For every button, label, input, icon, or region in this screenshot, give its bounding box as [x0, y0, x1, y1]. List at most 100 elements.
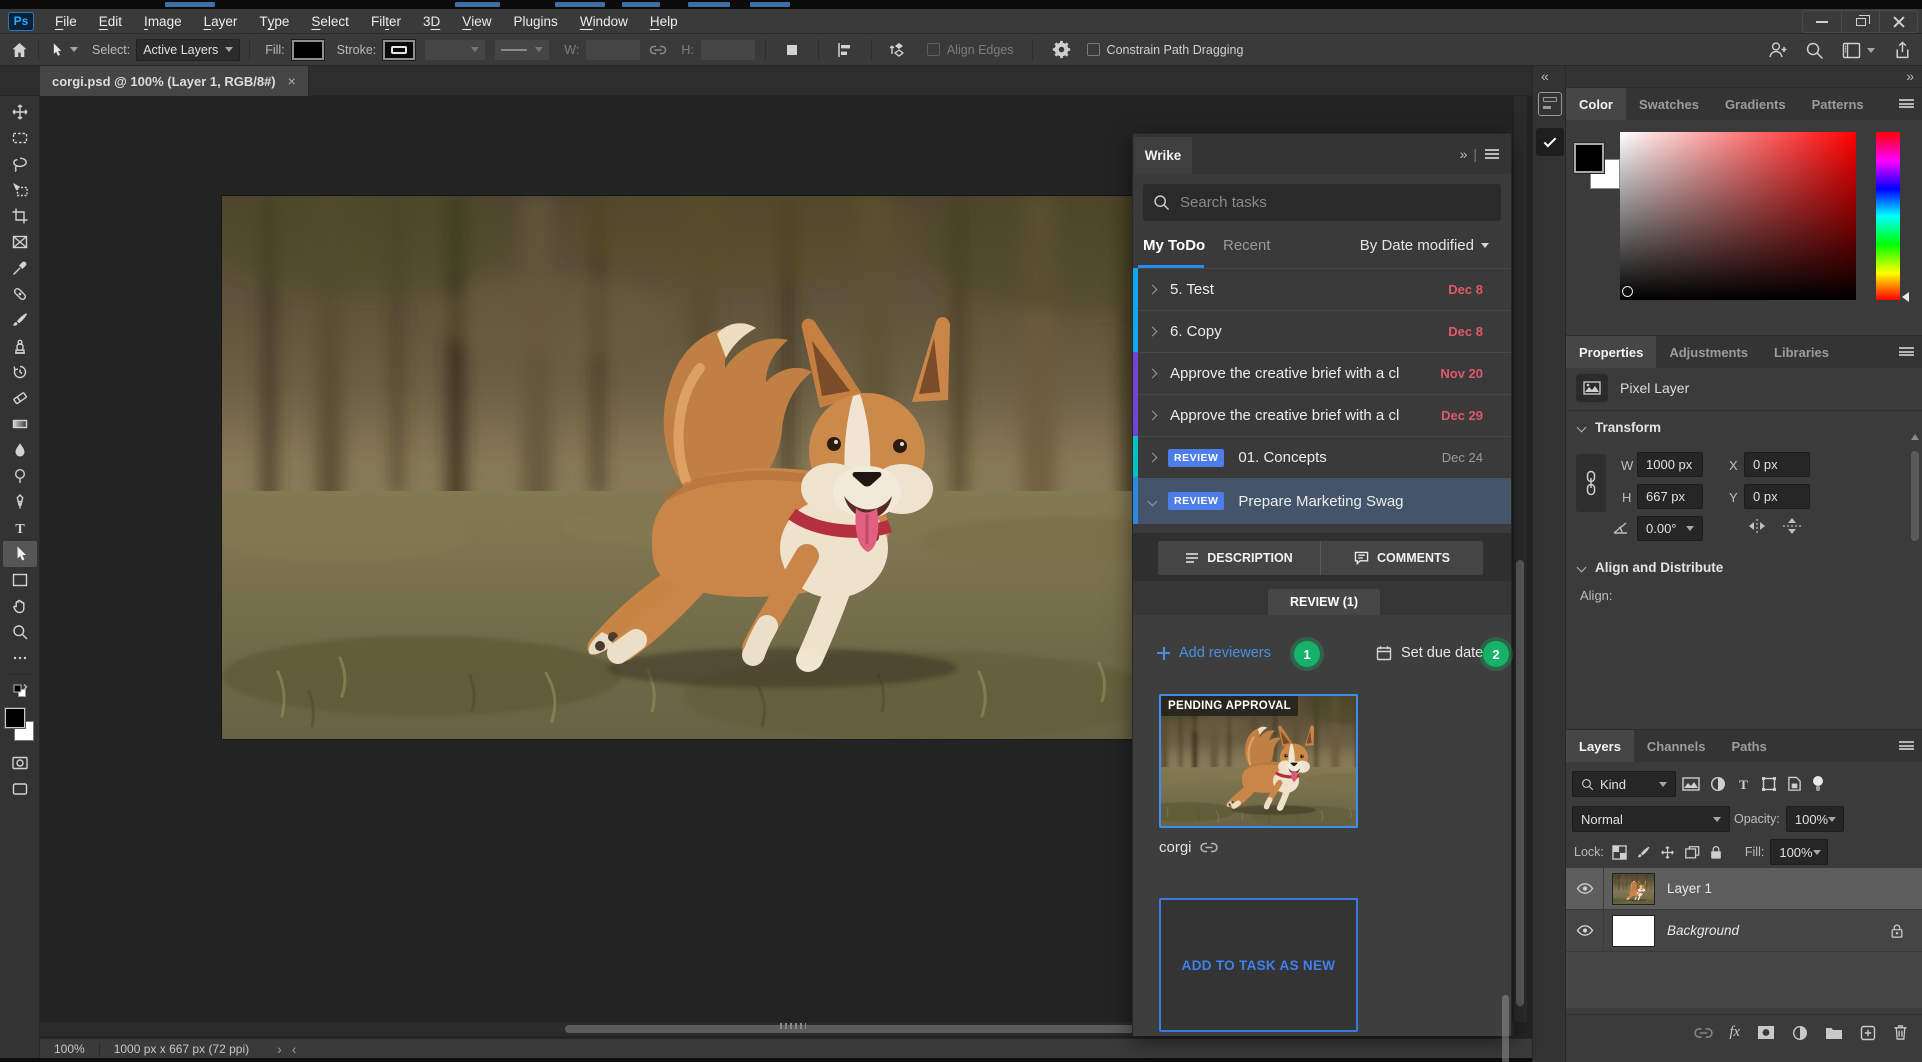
transform-section-header[interactable]: Transform [1578, 420, 1661, 435]
wrike-scrollbar[interactable] [1502, 995, 1509, 1062]
home-icon[interactable] [10, 41, 29, 59]
tab-patterns[interactable]: Patterns [1799, 88, 1877, 120]
gear-icon[interactable] [1052, 40, 1071, 59]
hue-slider[interactable] [1876, 132, 1900, 300]
layer-row-background[interactable]: Background [1566, 910, 1922, 952]
constrain-path-checkbox[interactable]: Constrain Path Dragging [1087, 43, 1244, 57]
shape-layers-filter-icon[interactable] [1761, 776, 1777, 792]
sort-dropdown[interactable]: By Date modified [1360, 237, 1489, 254]
opacity-field[interactable]: 100% [1786, 806, 1844, 832]
minimize-button[interactable] [1803, 11, 1841, 32]
tool-eraser[interactable] [3, 385, 37, 411]
document-tab[interactable]: corgi.psd @ 100% (Layer 1, RGB/8#) × [40, 66, 309, 96]
tool-lasso[interactable] [3, 151, 37, 177]
menu-3d[interactable]: 3D [412, 9, 451, 33]
edit-toolbar-ellipsis[interactable] [3, 645, 37, 671]
tab-swatches[interactable]: Swatches [1626, 88, 1712, 120]
lock-transparent-icon[interactable] [1612, 845, 1627, 860]
add-user-icon[interactable] [1767, 40, 1787, 60]
search-icon[interactable] [1805, 41, 1824, 60]
fill-field[interactable]: 100% [1770, 839, 1828, 865]
layer-mask-icon[interactable] [1757, 1025, 1775, 1040]
shape-height-field[interactable] [700, 39, 756, 61]
new-layer-icon[interactable] [1860, 1025, 1876, 1041]
share-icon[interactable] [1893, 41, 1912, 60]
tab-recent[interactable]: Recent [1223, 237, 1271, 254]
workspace-switcher[interactable] [1842, 42, 1875, 59]
set-due-date-button[interactable]: Set due date [1376, 645, 1483, 661]
path-alignment-icon[interactable] [836, 41, 854, 59]
filter-toggle-icon[interactable] [1812, 775, 1824, 793]
shape-width-field[interactable] [585, 39, 641, 61]
tool-rectangular-marquee[interactable] [3, 125, 37, 151]
tool-rectangle[interactable] [3, 567, 37, 593]
foreground-background-swatches[interactable] [1574, 143, 1622, 191]
status-next-icon[interactable]: › [277, 1041, 282, 1057]
foreground-background-swatches[interactable] [3, 708, 37, 744]
tab-my-todo[interactable]: My ToDo [1143, 237, 1205, 254]
smart-objects-filter-icon[interactable] [1787, 776, 1802, 792]
tool-type[interactable]: T [3, 515, 37, 541]
expand-chevron-icon[interactable] [1148, 453, 1158, 463]
menu-select[interactable]: Select [300, 9, 360, 33]
menu-plugins[interactable]: Plugins [503, 9, 569, 33]
collapse-dock-icon[interactable]: » [1906, 68, 1912, 84]
path-operations-icon[interactable] [783, 41, 801, 59]
expand-chevron-icon[interactable] [1148, 411, 1158, 421]
lock-position-icon[interactable] [1660, 845, 1675, 860]
search-tasks-input[interactable] [1180, 194, 1470, 211]
menu-file[interactable]: File [44, 9, 88, 33]
task-row-selected[interactable]: REVIEW Prepare Marketing Swag [1133, 478, 1511, 524]
canvas-vertical-scrollbar[interactable] [1514, 96, 1527, 1022]
link-icon[interactable] [1200, 841, 1218, 854]
color-picker-ring[interactable] [1622, 286, 1633, 297]
panel-menu-icon[interactable] [1899, 741, 1914, 750]
blend-mode-dropdown[interactable]: Normal [1572, 806, 1730, 832]
lock-artboard-icon[interactable] [1684, 845, 1700, 860]
tab-color[interactable]: Color [1566, 88, 1626, 120]
menu-layer[interactable]: Layer [193, 9, 249, 33]
stroke-width-dropdown[interactable] [424, 39, 486, 61]
wrike-plugin-icon[interactable] [1538, 92, 1562, 116]
layer-name[interactable]: Layer 1 [1667, 881, 1712, 896]
collapse-panel-icon[interactable]: » [1460, 146, 1466, 162]
tab-adjustments[interactable]: Adjustments [1656, 336, 1761, 368]
tool-history-brush[interactable] [3, 359, 37, 385]
task-row[interactable]: 5. TestDec 8 [1133, 268, 1511, 310]
pixel-layers-filter-icon[interactable] [1682, 777, 1700, 791]
align-edges-checkbox[interactable]: Align Edges [927, 43, 1014, 57]
flip-vertical-icon[interactable] [1782, 517, 1802, 535]
link-layers-icon[interactable] [1694, 1026, 1713, 1040]
panel-menu-icon[interactable] [1899, 347, 1914, 356]
visibility-toggle[interactable] [1566, 868, 1604, 909]
tab-layers[interactable]: Layers [1566, 730, 1634, 762]
tool-dodge[interactable] [3, 463, 37, 489]
close-document-icon[interactable]: × [288, 73, 296, 89]
tool-zoom[interactable] [3, 619, 37, 645]
tool-path-selection[interactable] [3, 541, 37, 567]
link-dimensions-button[interactable] [1576, 454, 1606, 512]
tool-eyedropper[interactable] [3, 255, 37, 281]
tool-brush[interactable] [3, 307, 37, 333]
close-button[interactable] [1879, 11, 1917, 32]
menu-image[interactable]: Image [133, 9, 193, 33]
tool-pen[interactable] [3, 489, 37, 515]
y-field[interactable]: 0 px [1744, 484, 1810, 509]
foreground-color-swatch[interactable] [5, 708, 25, 728]
quick-mask-button[interactable] [3, 750, 37, 776]
kind-filter-dropdown[interactable]: Kind [1572, 771, 1676, 797]
pending-approval-thumbnail[interactable]: PENDING APPROVAL [1159, 694, 1358, 828]
path-arrangement-icon[interactable] [889, 41, 909, 59]
layer-thumbnail[interactable] [1612, 873, 1655, 905]
add-reviewers-button[interactable]: Add reviewers [1157, 645, 1271, 661]
task-row[interactable]: REVIEW 01. ConceptsDec 24 [1133, 436, 1511, 478]
panel-menu-icon[interactable] [1485, 149, 1499, 159]
properties-scrollbar[interactable] [1911, 451, 1919, 541]
commit-check-icon[interactable] [1536, 128, 1564, 156]
layer-name[interactable]: Background [1667, 923, 1739, 938]
saturation-brightness-field[interactable] [1620, 132, 1856, 300]
stroke-swatch[interactable] [382, 39, 416, 61]
layer-row-layer-1[interactable]: Layer 1 [1566, 868, 1922, 910]
height-field[interactable]: 667 px [1637, 484, 1703, 509]
tool-move[interactable] [3, 99, 37, 125]
